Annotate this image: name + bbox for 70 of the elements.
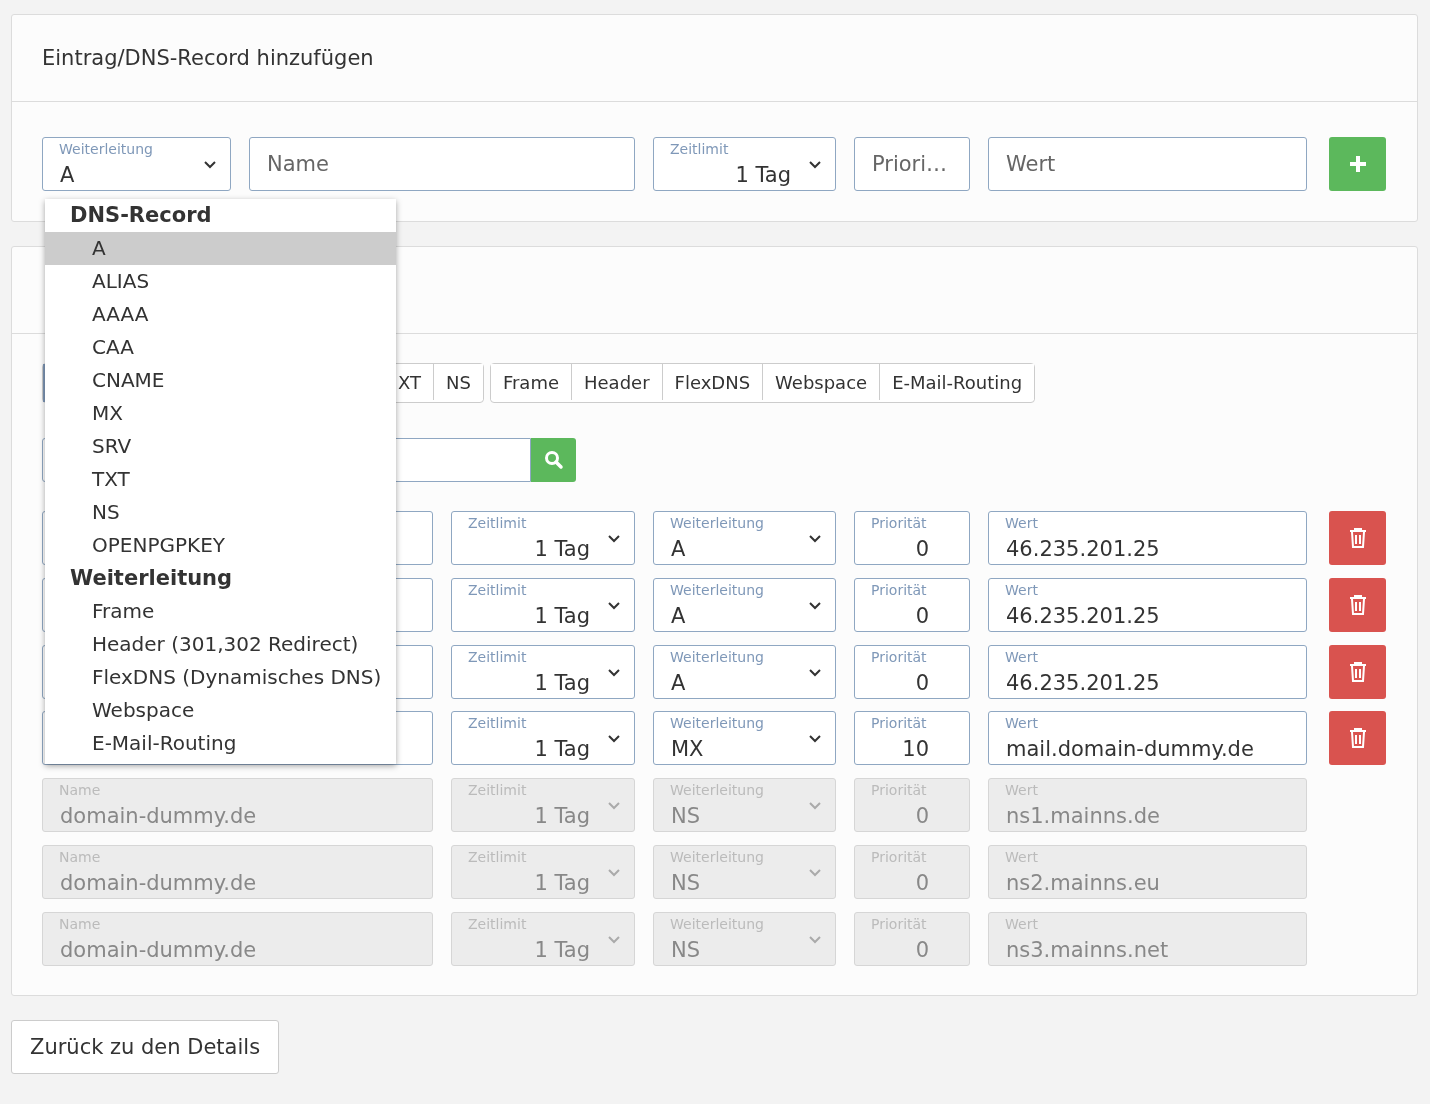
caret-icon <box>608 535 620 543</box>
delete-button[interactable] <box>1329 711 1386 766</box>
back-button[interactable]: Zurück zu den Details <box>11 1019 280 1074</box>
caret-icon <box>809 802 821 811</box>
delete-button[interactable] <box>1329 644 1386 699</box>
ttl-select[interactable]: Zeitlimit 1 Tag <box>653 137 836 191</box>
delete-button[interactable] <box>1329 511 1386 565</box>
priority-field[interactable]: Priorität 0 <box>854 511 970 565</box>
caret-icon <box>608 802 620 811</box>
option-group-label: DNS-Record <box>69 202 213 229</box>
dropdown-option[interactable]: MX <box>45 397 396 430</box>
ttl-select[interactable]: Zeitlimit 1 Tag <box>451 644 635 699</box>
dropdown-option[interactable]: A <box>45 232 396 265</box>
plus-icon <box>1347 154 1368 174</box>
type-select[interactable]: Weiterleitung MX <box>653 711 836 766</box>
trash-icon <box>1347 593 1368 616</box>
dropdown-option[interactable]: Frame <box>45 595 396 628</box>
dropdown-option[interactable]: FlexDNS (Dynamisches DNS) <box>45 661 396 694</box>
trash-icon <box>1347 727 1368 750</box>
ttl-select[interactable]: Zeitlimit 1 Tag <box>451 511 635 565</box>
card-title: Eintrag/DNS-Record hinzufügen <box>42 46 374 70</box>
ttl-select[interactable]: Zeitlimit 1 Tag <box>451 577 635 632</box>
value-field[interactable]: Wert <box>988 137 1307 191</box>
dropdown-option[interactable]: E-Mail-Routing <box>45 727 396 760</box>
caret-icon <box>608 668 620 677</box>
filter-tab[interactable]: E-Mail-Routing <box>879 364 1035 400</box>
caret-icon <box>809 935 821 944</box>
caret-icon <box>809 535 821 543</box>
caret-icon <box>608 869 620 877</box>
caret-icon <box>608 935 620 944</box>
priority-field[interactable]: Priori… <box>854 137 970 191</box>
trash-icon <box>1347 527 1368 549</box>
value-field[interactable]: Wert mail.domain-dummy.de <box>988 711 1307 766</box>
value-field[interactable]: Wert 46.235.201.25 <box>988 511 1307 565</box>
trash-icon <box>1347 660 1368 683</box>
priority-field[interactable]: Priorität 0 <box>854 644 970 699</box>
caret-icon <box>608 735 620 744</box>
caret-icon <box>809 869 821 877</box>
caret-icon <box>809 668 821 677</box>
dropdown-option[interactable]: OPENPGPKEY <box>45 529 396 562</box>
type-select[interactable]: Weiterleitung A <box>653 511 836 565</box>
caret-icon <box>809 161 821 169</box>
dropdown-option[interactable]: Header (301,302 Redirect) <box>45 628 396 661</box>
add-button[interactable] <box>1329 137 1386 191</box>
caret-icon <box>809 735 821 744</box>
dropdown-option[interactable]: CAA <box>45 331 396 364</box>
ttl-select[interactable]: Zeitlimit 1 Tag <box>451 711 635 766</box>
filter-tab[interactable]: NS <box>433 364 483 400</box>
search-button[interactable] <box>531 438 576 482</box>
dropdown-option[interactable]: CNAME <box>45 364 396 397</box>
dropdown-option[interactable]: NS <box>45 496 396 529</box>
name-field[interactable]: Name <box>249 137 635 191</box>
type-select[interactable]: Weiterleitung A <box>653 644 836 699</box>
caret-icon <box>809 601 821 610</box>
delete-button[interactable] <box>1329 577 1386 632</box>
dropdown-option[interactable]: Webspace <box>45 694 396 727</box>
value-field[interactable]: Wert 46.235.201.25 <box>988 577 1307 632</box>
value-field[interactable]: Wert 46.235.201.25 <box>988 644 1307 699</box>
dropdown-option[interactable]: ALIAS <box>45 265 396 298</box>
option-group-label: Weiterleitung <box>69 565 234 592</box>
dropdown-option[interactable]: TXT <box>45 463 396 496</box>
type-select[interactable]: Weiterleitung A <box>653 577 836 632</box>
type-select[interactable]: Weiterleitung A <box>42 137 231 191</box>
dropdown-option[interactable]: AAAA <box>45 298 396 331</box>
caret-icon <box>608 601 620 610</box>
caret-icon <box>204 161 216 169</box>
dropdown-option[interactable]: SRV <box>45 430 396 463</box>
priority-field[interactable]: Priorität 10 <box>854 711 970 766</box>
priority-field[interactable]: Priorität 0 <box>854 577 970 632</box>
search-icon <box>543 450 564 470</box>
